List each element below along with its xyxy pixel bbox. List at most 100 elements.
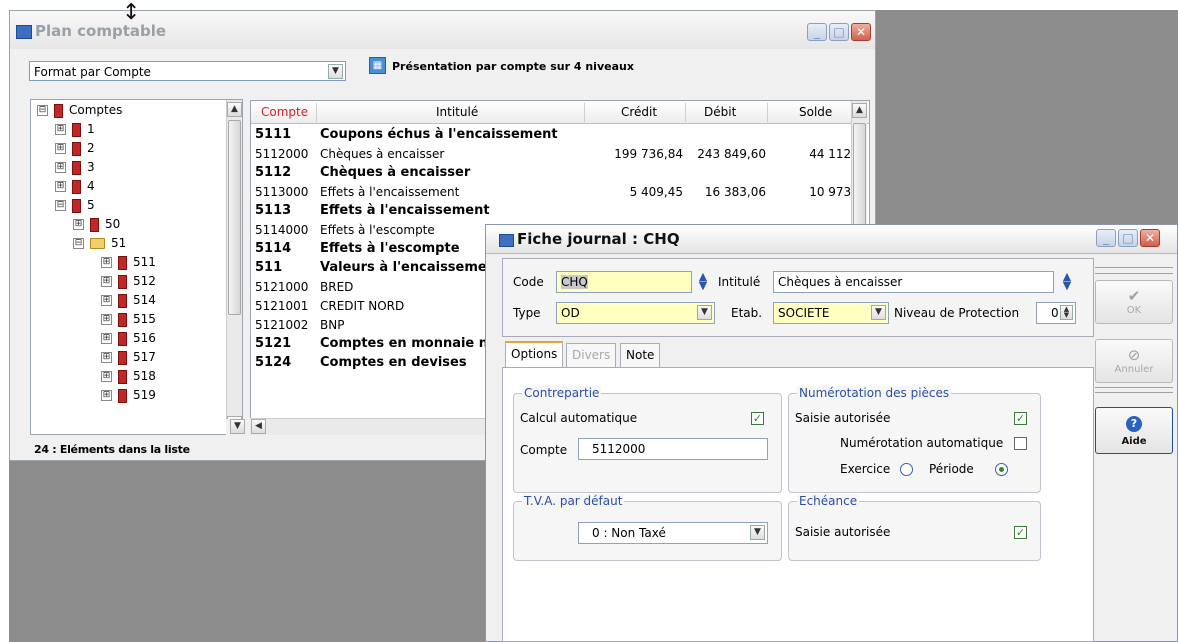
col-solde[interactable]: Solde: [799, 105, 832, 119]
tree-node[interactable]: ⊞ 1: [55, 122, 95, 140]
expand-icon[interactable]: ⊞: [73, 219, 84, 230]
scroll-up-icon[interactable]: ▲: [227, 102, 242, 117]
chevron-down-icon[interactable]: ▼: [750, 525, 765, 540]
expand-icon[interactable]: ⊞: [55, 162, 66, 173]
expand-icon[interactable]: ⊞: [101, 257, 112, 268]
expand-icon[interactable]: ⊞: [101, 390, 112, 401]
minimize-icon[interactable]: _: [1096, 229, 1116, 247]
calcul-checkbox[interactable]: ✓: [751, 412, 764, 425]
account-tree[interactable]: ⊟ Comptes ⊞ 1 ⊞ 2 ⊞ 3 ⊞ 4 ⊟ 5 ⊞ 50 ⊟ 51 ⊞ 511 ⊞ 51…: [30, 99, 243, 435]
scroll-up-icon[interactable]: ▲: [852, 103, 867, 118]
status-bar: 24 : Eléments dans la liste: [34, 443, 190, 456]
col-sep[interactable]: [316, 103, 317, 122]
close-icon[interactable]: ✕: [1140, 229, 1160, 247]
chevron-down-icon[interactable]: ▼: [697, 305, 712, 320]
table-row[interactable]: 5113 Effets à l'encaissement: [251, 201, 861, 222]
tree-node[interactable]: ⊞ 4: [55, 179, 95, 197]
col-debit[interactable]: Débit: [704, 105, 736, 119]
expand-icon[interactable]: ⊞: [101, 352, 112, 363]
scroll-thumb[interactable]: [228, 120, 241, 315]
table-row[interactable]: 5111 Coupons échus à l'encaissement: [251, 125, 861, 146]
scroll-left-icon[interactable]: ◀: [251, 419, 266, 434]
maximize-icon[interactable]: □: [1118, 229, 1138, 247]
col-sep[interactable]: [584, 103, 585, 122]
echeance-title: Echéance: [797, 494, 860, 508]
ok-button[interactable]: ✔ OK: [1095, 280, 1173, 324]
saisie-checkbox[interactable]: ✓: [1014, 412, 1027, 425]
table-row[interactable]: 5112000 Chèques à encaisser 199 736,84 243 …: [251, 144, 861, 165]
aide-button[interactable]: ? Aide: [1095, 407, 1173, 454]
tree-node[interactable]: ⊟ 5: [55, 198, 95, 216]
table-hscrollbar[interactable]: ◀: [250, 418, 510, 435]
tree-node[interactable]: ⊞ 3: [55, 160, 95, 178]
table-row[interactable]: 5112 Chèques à encaisser: [251, 163, 861, 184]
tree-node[interactable]: ⊞ 50: [73, 217, 120, 235]
expand-icon[interactable]: ⊞: [101, 295, 112, 306]
tree-node[interactable]: ⊞ 511: [101, 255, 156, 273]
close-icon[interactable]: ✕: [851, 23, 871, 41]
tree-node[interactable]: ⊟ 51: [73, 236, 126, 254]
tab-options[interactable]: Options: [505, 341, 564, 368]
tree-node-root[interactable]: ⊟ Comptes: [37, 103, 122, 121]
spin-arrows-icon[interactable]: ▲ ▼: [695, 271, 711, 292]
tree-node[interactable]: ⊞ 512: [101, 274, 156, 292]
intitule-field[interactable]: Chèques à encaisser: [773, 271, 1054, 293]
chevron-down-icon[interactable]: ▼: [871, 305, 886, 320]
echeance-saisie-checkbox[interactable]: ✓: [1014, 526, 1027, 539]
tree-node[interactable]: ⊞ 518: [101, 369, 156, 387]
table-row[interactable]: 5113000 Effets à l'encaissement 5 409,45 16…: [251, 182, 861, 203]
col-compte[interactable]: Compte: [261, 105, 308, 119]
col-sep[interactable]: [685, 103, 686, 122]
format-select[interactable]: Format par Compte ▼: [29, 61, 346, 81]
spin-arrows-icon[interactable]: ▲ ▼: [1059, 271, 1075, 292]
chevron-down-icon[interactable]: ▼: [328, 64, 343, 79]
compte-field[interactable]: 5112000: [578, 438, 768, 460]
numerotation-title: Numérotation des pièces: [797, 386, 952, 400]
tva-select[interactable]: 0 : Non Taxé ▼: [578, 522, 768, 544]
code-field[interactable]: CHQ: [556, 271, 692, 293]
spin-arrows-icon[interactable]: ▲ ▼: [1060, 305, 1073, 320]
expand-icon[interactable]: ⊞: [101, 371, 112, 382]
tree-node[interactable]: ⊞ 516: [101, 331, 156, 349]
expand-icon[interactable]: ⊞: [55, 124, 66, 135]
account-book-icon: [118, 312, 127, 327]
tree-scroll-corner: ▼: [226, 419, 248, 436]
exercice-radio[interactable]: [900, 463, 913, 476]
numerotation-auto-checkbox[interactable]: [1014, 437, 1027, 450]
etab-select[interactable]: SOCIETE ▼: [773, 302, 889, 324]
expand-icon[interactable]: ⊞: [101, 276, 112, 287]
expand-icon[interactable]: ⊞: [55, 143, 66, 154]
app-icon: [499, 234, 514, 247]
expand-icon[interactable]: ⊞: [55, 181, 66, 192]
format-select-value: Format par Compte: [34, 65, 151, 79]
col-intitule[interactable]: Intitulé: [436, 105, 478, 119]
periode-radio[interactable]: [995, 463, 1008, 476]
col-credit[interactable]: Crédit: [621, 105, 657, 119]
collapse-icon[interactable]: ⊟: [37, 105, 48, 116]
col-sep[interactable]: [767, 103, 768, 122]
expand-icon[interactable]: ⊞: [101, 314, 112, 325]
tree-scrollbar[interactable]: ▲ ▼: [226, 100, 242, 434]
cell-solde: 10 973,: [809, 185, 855, 199]
chevron-down-icon[interactable]: ▼: [230, 419, 245, 434]
tree-node[interactable]: ⊞ 514: [101, 293, 156, 311]
tree-node[interactable]: ⊞ 515: [101, 312, 156, 330]
expand-icon[interactable]: ⊞: [101, 333, 112, 344]
tab-note[interactable]: Note: [620, 343, 661, 368]
cell-solde: 44 112,: [809, 147, 855, 161]
annuler-button[interactable]: ⊘ Annuler: [1095, 339, 1173, 383]
title-bar[interactable]: Fiche journal : CHQ _ □ ✕: [486, 225, 1177, 254]
collapse-icon[interactable]: ⊟: [55, 200, 66, 211]
checkmark-icon: ✔: [1127, 287, 1141, 305]
tree-node[interactable]: ⊞ 2: [55, 141, 95, 159]
tab-divers[interactable]: Divers: [566, 343, 617, 368]
tree-node-label: 2: [87, 141, 95, 155]
presentation-icon[interactable]: ▦: [369, 57, 386, 74]
minimize-icon[interactable]: _: [807, 23, 827, 41]
tree-node[interactable]: ⊞ 517: [101, 350, 156, 368]
collapse-icon[interactable]: ⊟: [73, 238, 84, 249]
tree-node[interactable]: ⊞ 519: [101, 388, 156, 406]
maximize-icon[interactable]: □: [829, 23, 849, 41]
type-select[interactable]: OD ▼: [556, 302, 715, 324]
niveau-field[interactable]: 0 ▲ ▼: [1036, 302, 1076, 324]
